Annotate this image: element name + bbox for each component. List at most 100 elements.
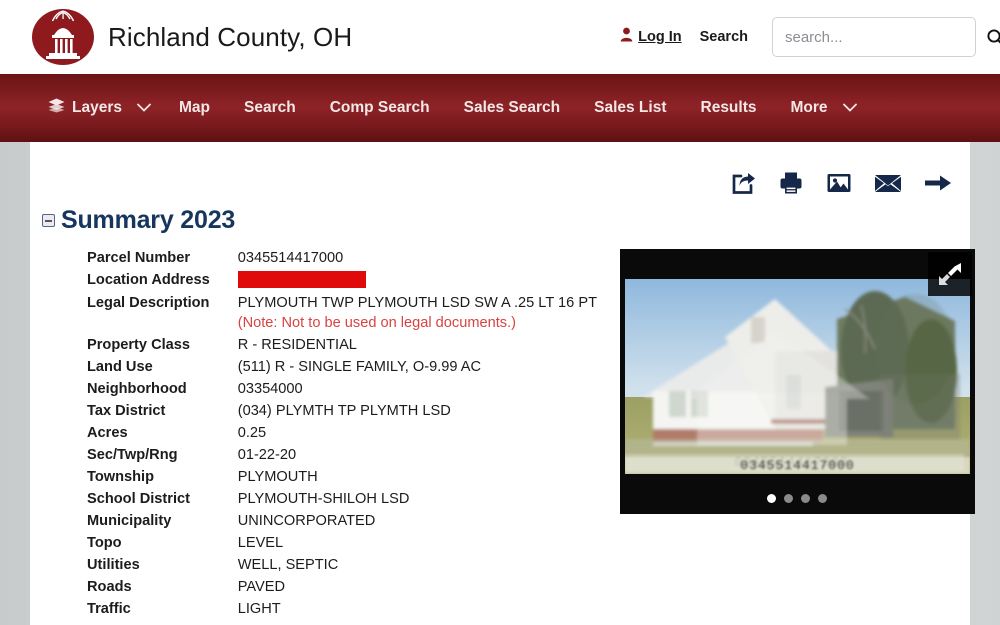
county-courthouse-logo-icon[interactable]: [32, 9, 94, 65]
table-row: Parcel Number 0345514417000: [87, 249, 597, 271]
photo-overlay-caption: 0345514417000: [624, 457, 970, 474]
site-title: Richland County, OH: [108, 21, 353, 52]
nav-item-map[interactable]: Map: [179, 99, 210, 117]
arrow-right-icon[interactable]: [924, 170, 952, 196]
row-value: (511) R - SINGLE FAMILY, O-9.99 AC: [237, 359, 482, 375]
row-label: Tax District: [87, 403, 166, 419]
brand[interactable]: Richland County, OH: [32, 9, 352, 65]
table-row: Sec/Twp/Rng 01-22-20: [87, 446, 597, 468]
image-icon[interactable]: [826, 170, 852, 196]
nav-item-search-label: Search: [243, 99, 296, 116]
nav-item-more[interactable]: More: [791, 99, 857, 117]
table-row: Land Use (511) R - SINGLE FAMILY, O-9.99…: [87, 358, 597, 380]
login-group[interactable]: Log In: [620, 27, 682, 47]
record-toolbar: [30, 142, 970, 196]
row-value: PAVED: [237, 579, 286, 595]
table-row: Acres 0.25: [87, 424, 597, 446]
login-link[interactable]: Log In: [638, 29, 682, 45]
row-value: 03354000: [237, 381, 303, 397]
page-body: Summary 2023 Parcel Number 0345514417000…: [0, 142, 1000, 625]
nav-item-comp-search-label: Comp Search: [329, 99, 430, 116]
print-icon[interactable]: [778, 170, 804, 196]
search-box[interactable]: [772, 17, 1000, 57]
table-row: Utilities WELL, SEPTIC: [87, 556, 597, 578]
summary-details-table: Parcel Number 0345514417000 Location Add…: [87, 249, 597, 622]
nav-item-comp-search[interactable]: Comp Search: [330, 99, 430, 117]
legal-description-text: PLYMOUTH TWP PLYMOUTH LSD SW A .25 LT 16…: [237, 295, 597, 311]
row-label: Township: [87, 469, 155, 485]
carousel-dot-2[interactable]: [784, 494, 794, 503]
user-icon: [620, 27, 633, 47]
row-label: Utilities: [87, 557, 140, 573]
row-value: LIGHT: [237, 601, 281, 617]
row-value: PLYMOUTH TWP PLYMOUTH LSD SW A .25 LT 16…: [238, 294, 597, 336]
search-icon: [987, 28, 1000, 43]
nav-item-sales-list-label: Sales List: [594, 99, 667, 116]
layers-icon: [48, 98, 65, 118]
search-submit-button[interactable]: [984, 28, 1000, 47]
header-utilities: Log In Search: [620, 17, 1000, 57]
page-title: Summary 2023: [61, 206, 236, 234]
row-label: Traffic: [87, 601, 131, 617]
nav-item-map-label: Map: [178, 99, 210, 116]
chevron-down-icon: [842, 99, 857, 117]
nav-item-results-label: Results: [700, 99, 757, 116]
nav-item-layers[interactable]: Layers: [48, 98, 151, 118]
carousel-dot-3[interactable]: [801, 494, 811, 503]
nav-item-sales-search-label: Sales Search: [463, 99, 561, 116]
row-value: LEVEL: [237, 535, 284, 551]
row-value: WELL, SEPTIC: [237, 557, 339, 573]
nav-item-results[interactable]: Results: [701, 99, 757, 117]
summary-body: Parcel Number 0345514417000 Location Add…: [30, 249, 975, 622]
table-row: School District PLYMOUTH-SHILOH LSD: [87, 490, 597, 512]
row-label: Neighborhood: [87, 381, 187, 397]
table-row: Legal Description PLYMOUTH TWP PLYMOUTH …: [87, 294, 597, 336]
table-row: Property Class R - RESIDENTIAL: [87, 336, 597, 358]
carousel-dot-4[interactable]: [818, 494, 828, 503]
row-value: R - RESIDENTIAL: [237, 337, 357, 353]
nav-item-search[interactable]: Search: [244, 99, 296, 117]
table-row: Location Address: [87, 271, 597, 294]
row-label: Acres: [87, 425, 128, 441]
table-row: Neighborhood 03354000: [87, 380, 597, 402]
property-photo-carousel[interactable]: 0345514417000 0345514417000: [619, 249, 975, 514]
row-label: Roads: [87, 579, 132, 595]
email-icon[interactable]: [874, 170, 902, 196]
share-icon[interactable]: [730, 170, 756, 196]
main-navigation: Layers Map Search Comp Search Sales Sear…: [0, 74, 1000, 142]
table-row: Township PLYMOUTH: [87, 468, 597, 490]
legal-description-note: (Note: Not to be used on legal documents…: [237, 315, 516, 331]
search-label[interactable]: Search: [700, 29, 748, 45]
table-row: Municipality UNINCORPORATED: [87, 512, 597, 534]
search-input[interactable]: [785, 28, 984, 46]
row-value: (034) PLYMTH TP PLYMTH LSD: [237, 403, 451, 419]
row-value: PLYMOUTH-SHILOH LSD: [237, 491, 410, 507]
carousel-dot-1[interactable]: [767, 494, 777, 503]
row-label: Topo: [87, 535, 122, 551]
nav-item-layers-label: Layers: [72, 99, 122, 116]
redaction-block: [237, 271, 366, 288]
collapse-toggle-icon[interactable]: [42, 214, 55, 227]
row-value-redacted: [237, 271, 597, 294]
table-row: Roads PAVED: [87, 578, 597, 600]
row-value: 0345514417000: [237, 250, 344, 266]
table-row: Traffic LIGHT: [87, 600, 597, 622]
table-row: Topo LEVEL: [87, 534, 597, 556]
row-value: 0.25: [237, 425, 267, 441]
table-row: Tax District (034) PLYMTH TP PLYMTH LSD: [87, 402, 597, 424]
row-value: PLYMOUTH: [237, 469, 318, 485]
expand-arrow-icon[interactable]: [927, 252, 972, 296]
row-label: Property Class: [87, 337, 191, 353]
content-card: Summary 2023 Parcel Number 0345514417000…: [30, 142, 975, 625]
row-value: 01-22-20: [237, 447, 297, 463]
row-label: Sec/Twp/Rng: [87, 447, 178, 463]
row-value: UNINCORPORATED: [237, 513, 376, 529]
carousel-dots: [620, 494, 975, 503]
site-header: Richland County, OH Log In Search: [0, 0, 1000, 74]
row-label: Parcel Number: [87, 250, 191, 266]
property-photo[interactable]: 0345514417000 0345514417000: [624, 279, 970, 474]
nav-item-sales-search[interactable]: Sales Search: [464, 99, 561, 117]
row-label: Legal Description: [87, 295, 210, 311]
row-label: Land Use: [87, 359, 153, 375]
nav-item-sales-list[interactable]: Sales List: [594, 99, 666, 117]
